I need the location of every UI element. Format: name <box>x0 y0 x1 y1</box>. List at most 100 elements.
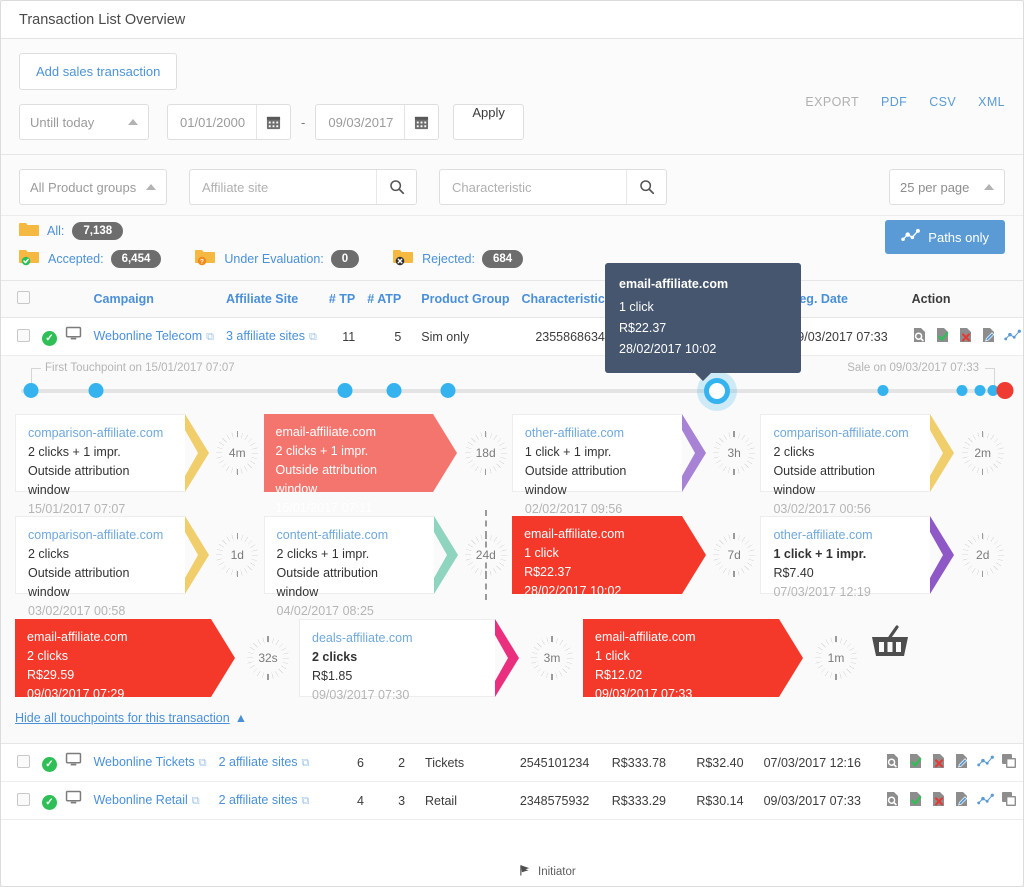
touchpoint-card[interactable]: email-affiliate.com 1 click R$12.02 09/0… <box>583 619 779 701</box>
table-row[interactable]: ✓ Webonline Telecom ⧉ 3 affiliate sites ⧉ … <box>1 317 1023 356</box>
search-icon[interactable] <box>376 170 416 204</box>
details-search-icon[interactable] <box>912 327 928 346</box>
affiliate-sites-link[interactable]: 2 affiliate sites <box>219 793 298 807</box>
touchpoint-gap: 1m <box>805 619 867 697</box>
external-link-icon[interactable]: ⧉ <box>302 757 310 769</box>
column-characteristic[interactable]: Characteristic <box>515 280 611 318</box>
edit-icon[interactable] <box>954 753 970 772</box>
timeline-dot[interactable] <box>974 385 986 396</box>
row-affiliate-site: 2 affiliate sites ⧉ <box>212 781 329 820</box>
row-status-cell: ✓ <box>36 317 88 356</box>
path-icon[interactable] <box>977 793 994 809</box>
touchpoint-card[interactable]: email-affiliate.com 1 click R$22.37 28/0… <box>512 516 682 598</box>
timeline-dot[interactable] <box>337 383 353 398</box>
touchpoint-gap: 32s <box>237 619 299 697</box>
gap-clock-icon: 7d <box>711 532 758 578</box>
timeline-dot[interactable] <box>877 385 889 396</box>
edit-icon[interactable] <box>981 327 997 346</box>
touchpoint-card[interactable]: other-affiliate.com 1 click + 1 impr. R$… <box>760 516 931 599</box>
timeline-dot[interactable] <box>956 385 968 396</box>
touchpoint-card[interactable]: email-affiliate.com 2 clicks + 1 impr. O… <box>263 414 434 515</box>
product-group-select[interactable]: All Product groups <box>19 169 167 205</box>
window-titlebar: Transaction List Overview <box>1 1 1023 39</box>
timeline-dot[interactable] <box>386 383 402 398</box>
paths-only-button[interactable]: Paths only <box>885 220 1005 254</box>
per-page-select[interactable]: 25 per page <box>889 169 1005 205</box>
reject-icon[interactable] <box>931 753 947 772</box>
calendar-icon[interactable] <box>404 105 439 139</box>
calendar-icon[interactable] <box>256 105 290 139</box>
hide-touchpoints-link[interactable]: Hide all touchpoints for this transactio… <box>15 711 247 725</box>
timeline-active-dot[interactable] <box>703 378 730 404</box>
details-search-icon[interactable] <box>885 791 901 810</box>
touchpoint-card[interactable]: comparison-affiliate.com 2 clicks Outsid… <box>760 414 931 516</box>
duplicate-icon[interactable] <box>1001 753 1017 772</box>
campaign-link[interactable]: Webonline Tickets <box>93 755 194 769</box>
affiliate-site-input[interactable] <box>190 170 376 204</box>
date-range-select[interactable]: Untill today <box>19 104 149 140</box>
add-sales-transaction-button[interactable]: Add sales transaction <box>19 53 178 90</box>
export-csv-link[interactable]: CSV <box>929 95 956 109</box>
accept-icon[interactable] <box>908 791 924 810</box>
date-from-input[interactable]: 01/01/2000 <box>167 104 291 140</box>
chevron-up-icon: ▲ <box>234 711 248 725</box>
touchpoint-chevron <box>495 619 521 697</box>
touchpoint-card[interactable]: email-affiliate.com 2 clicks R$29.59 09/… <box>15 619 211 701</box>
row-checkbox[interactable] <box>17 754 30 768</box>
external-link-icon[interactable]: ⧉ <box>192 795 200 807</box>
campaign-link[interactable]: Webonline Telecom <box>93 329 202 343</box>
row-order-total: R$333.78 <box>595 744 672 782</box>
touchpoint-card[interactable]: other-affiliate.com 1 click + 1 impr. Ou… <box>511 414 682 516</box>
affiliate-sites-link[interactable]: 3 affiliate sites <box>226 329 305 343</box>
chevron-up-icon <box>146 184 156 190</box>
accept-icon[interactable] <box>935 327 951 346</box>
details-search-icon[interactable] <box>885 753 901 772</box>
external-link-icon[interactable]: ⧉ <box>206 331 214 343</box>
path-icon[interactable] <box>1003 329 1021 345</box>
column-product-group[interactable]: Product Group <box>407 280 516 318</box>
path-icon[interactable] <box>977 755 994 771</box>
counter-all[interactable]: All: 7,138 <box>19 222 1005 240</box>
column-affiliate-site[interactable]: Affiliate Site <box>219 280 323 318</box>
edit-icon[interactable] <box>954 791 970 810</box>
affiliate-sites-link[interactable]: 2 affiliate sites <box>219 755 298 769</box>
timeline-sale-dot[interactable] <box>996 382 1014 399</box>
timeline-dot[interactable] <box>88 383 103 398</box>
touchpoint-card[interactable]: deals-affiliate.com 2 clicks R$1.85 09/0… <box>299 619 495 702</box>
column-campaign[interactable]: Campaign <box>87 280 220 318</box>
touchpoint-card[interactable]: comparison-affiliate.com 2 clicks + 1 im… <box>15 414 185 516</box>
svg-text:?: ? <box>200 258 204 265</box>
timeline-dot[interactable] <box>23 383 39 398</box>
reject-icon[interactable] <box>931 791 947 810</box>
accept-icon[interactable] <box>908 753 924 772</box>
column-tp[interactable]: # TP <box>322 280 362 318</box>
export-xml-link[interactable]: XML <box>978 95 1005 109</box>
export-pdf-link[interactable]: PDF <box>881 95 907 109</box>
reject-icon[interactable] <box>958 327 974 346</box>
row-checkbox[interactable] <box>17 792 30 806</box>
characteristic-input[interactable] <box>440 170 626 204</box>
touchpoint-card[interactable]: content-affiliate.com 2 clicks + 1 impr.… <box>263 516 434 618</box>
transaction-list-app: Transaction List Overview Add sales tran… <box>0 0 1024 887</box>
campaign-link[interactable]: Webonline Retail <box>93 793 187 807</box>
column-atp[interactable]: # ATP <box>361 280 408 318</box>
table-row[interactable]: ✓ Webonline Retail ⧉ 2 affiliate sites ⧉ 4… <box>1 781 1023 820</box>
table-row[interactable]: ✓ Webonline Tickets ⧉ 2 affiliate sites ⧉ … <box>1 744 1023 782</box>
counter-accepted[interactable]: Accepted: 6,454 <box>19 249 162 268</box>
counter-under-evaluation[interactable]: ? Under Evaluation: 0 <box>195 249 360 268</box>
select-all-checkbox[interactable] <box>17 291 30 304</box>
date-to-input[interactable]: 09/03/2017 <box>315 104 440 140</box>
table-body: ✓ Webonline Telecom ⧉ 3 affiliate sites ⧉ … <box>1 317 1023 356</box>
external-link-icon[interactable]: ⧉ <box>302 795 310 807</box>
timeline-dot[interactable] <box>440 383 456 398</box>
export-group: EXPORT PDF CSV XML <box>805 95 1005 109</box>
external-link-icon[interactable]: ⧉ <box>309 331 317 343</box>
counter-rejected[interactable]: Rejected: 684 <box>393 249 524 268</box>
touchpoint-card[interactable]: comparison-affiliate.com 2 clicks Outsid… <box>15 516 185 618</box>
paths-only-label: Paths only <box>928 229 989 245</box>
duplicate-icon[interactable] <box>1001 791 1017 810</box>
row-checkbox[interactable] <box>17 328 30 342</box>
search-icon[interactable] <box>626 170 666 204</box>
external-link-icon[interactable]: ⧉ <box>199 757 207 769</box>
apply-button[interactable]: Apply <box>453 104 524 140</box>
